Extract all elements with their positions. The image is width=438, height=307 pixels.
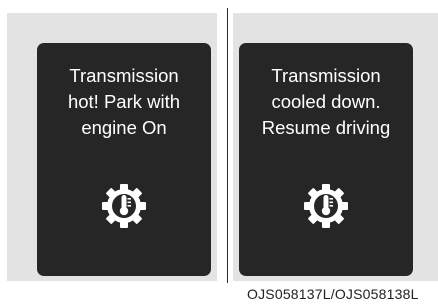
transmission-cooled-display: Transmission cooled down. Resume driving	[239, 43, 413, 276]
transmission-temperature-warning-icon	[304, 184, 348, 228]
transmission-cooled-message: Transmission cooled down. Resume driving	[239, 63, 413, 141]
transmission-hot-message: Transmission hot! Park with engine On	[37, 63, 211, 141]
transmission-temperature-warning-icon	[102, 184, 146, 228]
message-line-3: Resume driving	[261, 117, 391, 138]
image-code-label: OJS058137L/OJS058138L	[247, 286, 419, 302]
panel-divider	[227, 8, 228, 283]
message-line-2: cooled down.	[271, 91, 381, 112]
transmission-hot-display: Transmission hot! Park with engine On	[37, 43, 211, 276]
message-line-1: Transmission	[271, 65, 381, 86]
message-line-2: hot! Park with	[67, 91, 181, 112]
message-line-3: engine On	[81, 117, 167, 138]
message-line-1: Transmission	[69, 65, 179, 86]
